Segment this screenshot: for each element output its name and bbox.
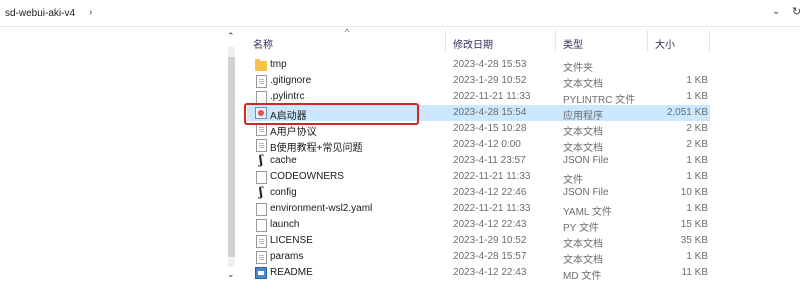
- file-size: 2,051 KB: [666, 107, 708, 118]
- file-size: 1 KB: [686, 91, 708, 102]
- file-type: 文本文档: [563, 127, 603, 138]
- file-type: 文本文档: [563, 79, 603, 90]
- file-date: 2022-11-21 11:33: [453, 91, 531, 102]
- file-date: 2023-1-29 10:52: [453, 235, 527, 246]
- file-size: 1 KB: [686, 171, 708, 182]
- address-dropdown-icon[interactable]: ⌄: [772, 6, 780, 17]
- file-size: 1 KB: [686, 155, 708, 166]
- file-list: tmp 2023-4-28 15:53 文件夹 .gitignore 2023-1-29…: [247, 57, 710, 282]
- file-type: JSON File: [563, 155, 609, 166]
- file-name: environment-wsl2.yaml: [270, 203, 373, 214]
- file-date: 2023-4-28 15:57: [453, 251, 527, 262]
- file-date: 2023-4-11 23:57: [453, 155, 526, 166]
- file-row[interactable]: launch 2023-4-12 22:43 PY 文件 15 KB: [247, 217, 710, 234]
- column-divider[interactable]: [709, 30, 710, 52]
- file-size: 10 KB: [680, 187, 708, 198]
- file-row[interactable]: CODEOWNERS 2022-11-21 11:33 文件 1 KB: [247, 169, 710, 186]
- file-row[interactable]: README 2023-4-12 22:43 MD 文件 11 KB: [247, 265, 710, 282]
- file-size: 1 KB: [686, 75, 708, 86]
- navigation-pane: [0, 27, 225, 308]
- file-date: 2023-4-28 15:54: [453, 107, 527, 118]
- file-icon: [256, 203, 267, 216]
- md-icon: [255, 267, 267, 279]
- folder-icon: [255, 59, 267, 71]
- column-header: 名称 ^ 修改日期 类型 大小: [247, 27, 710, 55]
- file-name: CODEOWNERS: [270, 171, 344, 182]
- json-icon: ʃ: [259, 185, 263, 199]
- file-row[interactable]: tmp 2023-4-28 15:53 文件夹: [247, 57, 710, 74]
- file-size: 15 KB: [680, 219, 708, 230]
- file-type: MD 文件: [563, 271, 602, 282]
- json-icon: ʃ: [259, 153, 263, 167]
- column-divider[interactable]: [555, 30, 556, 52]
- file-date: 2023-4-28 15:53: [453, 59, 527, 70]
- scroll-up-icon[interactable]: ⌃: [227, 31, 235, 42]
- file-size: 11 KB: [681, 267, 709, 278]
- scroll-down-icon[interactable]: ⌄: [227, 269, 235, 280]
- column-header-type[interactable]: 类型: [563, 36, 583, 51]
- text-file-icon: [256, 75, 267, 88]
- file-icon: [256, 219, 267, 232]
- column-header-date[interactable]: 修改日期: [453, 36, 493, 51]
- file-date: 2023-4-12 0:00: [453, 139, 521, 150]
- address-bar[interactable]: sd-webui-aki-v4 › ⌄ ↻: [0, 0, 800, 27]
- file-row[interactable]: B使用教程+常见问题 2023-4-12 0:00 文本文档 2 KB: [247, 137, 710, 154]
- file-type: PYLINTRC 文件: [563, 95, 636, 106]
- scroll-thumb[interactable]: [228, 57, 235, 257]
- column-header-size[interactable]: 大小: [655, 36, 675, 51]
- file-size: 2 KB: [686, 123, 708, 134]
- text-file-icon: [256, 251, 267, 264]
- file-type: 文本文档: [563, 143, 603, 154]
- file-name: A用户协议: [270, 127, 317, 138]
- file-type: YAML 文件: [563, 207, 612, 218]
- file-name: params: [270, 251, 304, 262]
- column-divider[interactable]: [445, 30, 446, 52]
- file-row[interactable]: ʃ config 2023-4-12 22:46 JSON File 10 KB: [247, 185, 710, 201]
- scroll-track[interactable]: [228, 47, 235, 267]
- file-type: 文本文档: [563, 239, 603, 250]
- file-date: 2023-4-12 22:43: [453, 267, 527, 278]
- sort-ascending-icon: ^: [345, 27, 350, 37]
- highlight-annotation: [244, 103, 419, 125]
- file-type: 应用程序: [563, 111, 603, 122]
- file-row[interactable]: params 2023-4-28 15:57 文本文档 1 KB: [247, 249, 710, 266]
- file-name: .pylintrc: [270, 91, 305, 102]
- file-size: 1 KB: [686, 203, 708, 214]
- breadcrumb-chevron-icon[interactable]: ›: [89, 7, 92, 18]
- refresh-icon[interactable]: ↻: [792, 5, 800, 18]
- column-divider[interactable]: [647, 30, 648, 52]
- text-file-icon: [256, 139, 267, 152]
- file-type: 文件: [563, 175, 583, 186]
- file-name: cache: [270, 155, 297, 166]
- file-date: 2023-1-29 10:52: [453, 75, 527, 86]
- file-size: 2 KB: [686, 139, 708, 150]
- file-date: 2023-4-12 22:46: [453, 187, 527, 198]
- file-name: README: [270, 267, 313, 278]
- file-type: 文本文档: [563, 255, 603, 266]
- file-row[interactable]: .gitignore 2023-1-29 10:52 文本文档 1 KB: [247, 73, 710, 90]
- file-date: 2022-11-21 11:33: [453, 203, 531, 214]
- text-file-icon: [256, 235, 267, 248]
- vertical-scrollbar[interactable]: ⌃ ⌄: [225, 31, 238, 283]
- file-row[interactable]: ʃ cache 2023-4-11 23:57 JSON File 1 KB: [247, 153, 710, 169]
- file-icon: [256, 171, 267, 184]
- file-name: launch: [270, 219, 300, 230]
- file-name: LICENSE: [270, 235, 313, 246]
- file-name: config: [270, 187, 297, 198]
- file-date: 2023-4-12 22:43: [453, 219, 527, 230]
- file-row[interactable]: environment-wsl2.yaml 2022-11-21 11:33 YAM…: [247, 201, 710, 218]
- file-name: B使用教程+常见问题: [270, 143, 363, 154]
- file-type: 文件夹: [563, 63, 593, 74]
- file-type: PY 文件: [563, 223, 599, 234]
- file-size: 1 KB: [686, 251, 708, 262]
- file-date: 2023-4-15 10:28: [453, 123, 527, 134]
- breadcrumb-folder[interactable]: sd-webui-aki-v4: [5, 8, 75, 19]
- column-header-name[interactable]: 名称: [253, 36, 273, 51]
- file-name: .gitignore: [270, 75, 312, 86]
- file-row[interactable]: LICENSE 2023-1-29 10:52 文本文档 35 KB: [247, 233, 710, 250]
- file-name: tmp: [270, 59, 287, 70]
- file-size: 35 KB: [680, 235, 708, 246]
- file-date: 2022-11-21 11:33: [453, 171, 531, 182]
- file-type: JSON File: [563, 187, 609, 198]
